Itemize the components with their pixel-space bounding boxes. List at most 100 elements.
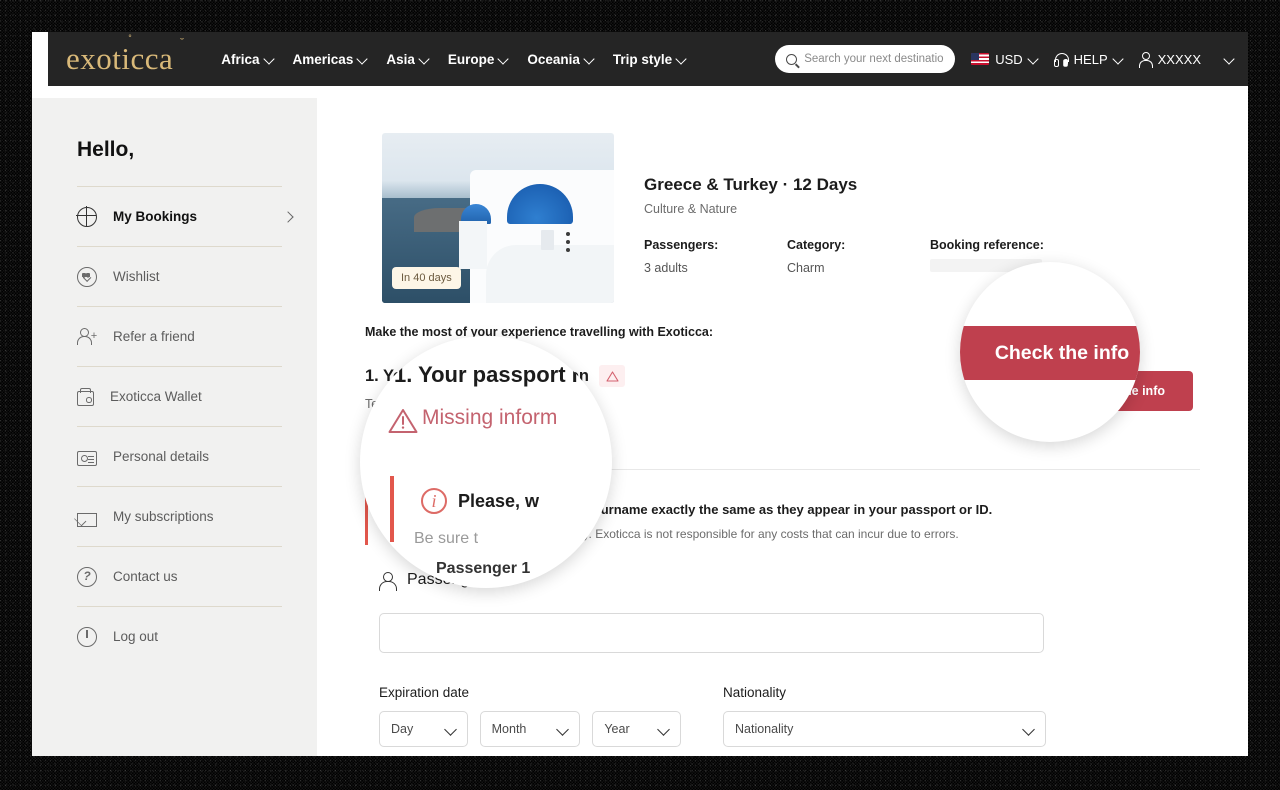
- account-sidebar: Hello, My Bookings Wishlist + Refer a fr…: [32, 98, 317, 756]
- passenger-name-input[interactable]: [379, 613, 1044, 653]
- nav-label: Africa: [221, 51, 260, 67]
- image-bell-tower: [458, 221, 487, 270]
- account-menu[interactable]: XXXXX: [1139, 51, 1201, 68]
- month-select[interactable]: Month: [479, 711, 581, 747]
- magnified-check-the-info-button[interactable]: Check the info: [960, 326, 1140, 380]
- meta-value: 3 adults: [644, 261, 688, 275]
- help-menu[interactable]: HELP: [1053, 52, 1123, 67]
- sidebar-item-label: Exoticca Wallet: [110, 389, 202, 404]
- magnified-section-title: 1. Your passport i: [394, 362, 578, 387]
- trip-subtitle: Culture & Nature: [644, 202, 738, 216]
- search-icon: [786, 53, 798, 65]
- year-select[interactable]: Year: [592, 711, 681, 747]
- heart-circle-icon: [77, 266, 97, 287]
- sidebar-item-personal-details[interactable]: Personal details: [32, 427, 317, 486]
- sidebar-item-label: My subscriptions: [113, 509, 214, 524]
- expiration-date-label: Expiration date: [379, 685, 470, 700]
- us-flag-icon: [971, 53, 990, 65]
- main-navigation: Africa Americas Asia Europe Oceania Trip…: [221, 52, 686, 67]
- header-utilities: USD HELP XXXXX: [775, 45, 1234, 73]
- id-card-icon: [77, 451, 97, 466]
- search-box[interactable]: [775, 45, 956, 73]
- logo-accent-dot-i: ˚: [128, 32, 133, 46]
- days-until-trip-badge: In 40 days: [392, 267, 461, 289]
- expiration-date-selects: Day Month Year: [379, 711, 681, 747]
- sidebar-item-my-bookings[interactable]: My Bookings: [32, 187, 317, 246]
- magnified-passenger-label: Passenger 1: [436, 560, 531, 577]
- headset-icon: [1053, 52, 1069, 67]
- sidebar-item-wishlist[interactable]: Wishlist: [32, 247, 317, 306]
- currency-label: USD: [995, 51, 1023, 67]
- trip-title: Greece & Turkey · 12 Days: [644, 175, 858, 194]
- chevron-down-icon: [658, 724, 669, 735]
- nav-item-africa[interactable]: Africa: [221, 52, 273, 67]
- meta-label: Passengers:: [644, 238, 719, 252]
- meta-label: Booking reference:: [930, 238, 1044, 252]
- info-circle-icon: i: [421, 488, 447, 514]
- day-select[interactable]: Day: [379, 711, 468, 747]
- magnified-info-subtitle: Be sure t: [414, 530, 479, 547]
- chevron-down-icon: [358, 55, 367, 64]
- chevron-down-icon[interactable]: [1225, 55, 1234, 64]
- chevron-down-icon: [585, 55, 594, 64]
- magnified-missing-label: Missing inform: [422, 406, 558, 429]
- magnified-info-title: Please, w: [458, 491, 540, 511]
- magnifier-lens-passport-section: 1. Your passport i Missing inform i Plea…: [360, 336, 612, 588]
- meta-passengers: Passengers: 3 adults: [644, 238, 787, 275]
- currency-selector[interactable]: USD: [971, 52, 1037, 67]
- passport-form-row: Expiration date Day Month Year Nationali…: [379, 685, 1248, 747]
- meta-category: Category: Charm: [787, 238, 930, 275]
- image-white-wall: [486, 245, 614, 303]
- meta-label: Category:: [787, 238, 846, 252]
- chevron-right-icon: [284, 212, 293, 221]
- image-dots: [565, 231, 570, 236]
- sidebar-item-contact-us[interactable]: ? Contact us: [32, 547, 317, 606]
- sidebar-item-exoticca-wallet[interactable]: Exoticca Wallet: [32, 367, 317, 426]
- mail-icon: [77, 512, 97, 527]
- image-window: [540, 229, 554, 250]
- chevron-down-icon: [265, 55, 274, 64]
- nav-label: Americas: [292, 51, 354, 67]
- account-label: XXXXX: [1157, 51, 1201, 67]
- nav-item-oceania[interactable]: Oceania: [527, 52, 594, 67]
- chevron-down-icon: [420, 55, 429, 64]
- sidebar-item-refer-a-friend[interactable]: + Refer a friend: [32, 307, 317, 366]
- logo-text: exoticca: [66, 41, 174, 76]
- nationality-select[interactable]: Nationality: [723, 711, 1046, 747]
- day-select-value: Day: [391, 722, 414, 736]
- nav-item-europe[interactable]: Europe: [448, 52, 509, 67]
- wallet-icon: [77, 387, 94, 406]
- logo-accent-breve-a: ˘: [180, 35, 185, 49]
- chevron-down-icon: [499, 55, 508, 64]
- nav-item-asia[interactable]: Asia: [386, 52, 429, 67]
- chevron-down-icon: [1023, 724, 1034, 735]
- nav-label: Asia: [386, 51, 415, 67]
- browser-page: exoticca ˚ ˘ Africa Americas Asia Europe: [32, 32, 1248, 756]
- sidebar-item-log-out[interactable]: Log out: [32, 607, 317, 666]
- nationality-select-value: Nationality: [735, 722, 794, 736]
- nav-item-americas[interactable]: Americas: [293, 52, 368, 67]
- nav-label: Europe: [447, 51, 495, 67]
- exoticca-logo[interactable]: exoticca ˚ ˘: [66, 32, 184, 77]
- nav-label: Oceania: [527, 51, 580, 67]
- sidebar-item-label: Personal details: [113, 449, 210, 464]
- sidebar-item-my-subscriptions[interactable]: My subscriptions: [32, 487, 317, 546]
- warning-triangle-icon: [599, 365, 625, 387]
- search-input[interactable]: [804, 53, 945, 65]
- sidebar-item-label: Wishlist: [113, 269, 160, 284]
- sidebar-item-label: Contact us: [113, 569, 178, 584]
- magnifier-lens-check-info-button: Check the info: [960, 262, 1140, 442]
- sidebar-item-label: My Bookings: [113, 209, 198, 224]
- chevron-down-icon: [677, 55, 686, 64]
- person-icon: [379, 571, 397, 591]
- trip-thumbnail-image[interactable]: In 40 days: [382, 133, 614, 303]
- nav-label: Trip style: [612, 51, 673, 67]
- site-header: exoticca ˚ ˘ Africa Americas Asia Europe: [48, 32, 1248, 86]
- warning-triangle-icon: [388, 408, 418, 439]
- nav-item-trip-style[interactable]: Trip style: [613, 52, 686, 67]
- year-select-value: Year: [604, 722, 630, 736]
- magnified-cta-label: Check the info: [994, 341, 1130, 364]
- sidebar-item-label: Refer a friend: [113, 329, 195, 344]
- magnified-info-accent-bar: [390, 476, 394, 542]
- booking-summary: In 40 days Greece & Turkey · 12 Days Cul…: [317, 98, 1248, 303]
